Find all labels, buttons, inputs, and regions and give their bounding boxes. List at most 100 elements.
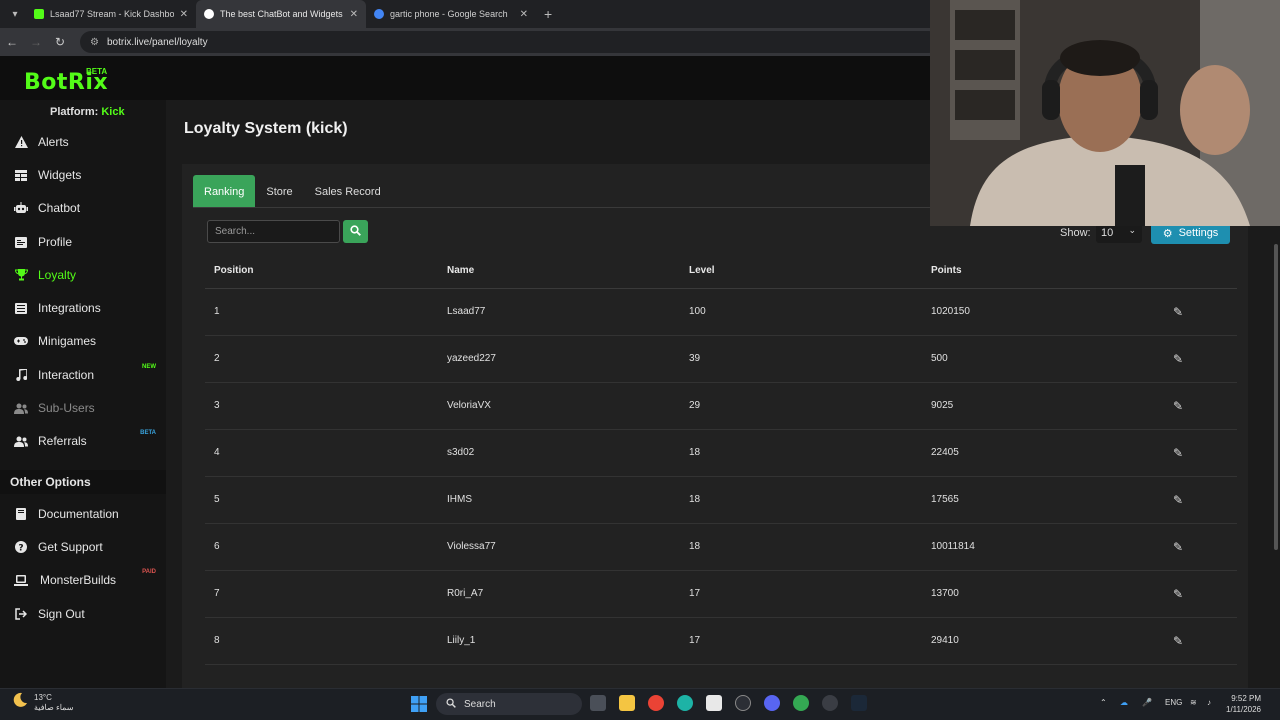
cell-points: 500 bbox=[931, 335, 1173, 383]
sidebar-item-sign-out[interactable]: Sign Out bbox=[0, 599, 166, 629]
edit-pencil-icon[interactable]: ✎ bbox=[1173, 540, 1183, 554]
edit-pencil-icon[interactable]: ✎ bbox=[1173, 399, 1183, 413]
chevron-down-icon: ⌄ bbox=[1128, 225, 1136, 235]
edit-pencil-icon[interactable]: ✎ bbox=[1173, 352, 1183, 366]
close-tab-icon[interactable]: ✕ bbox=[350, 9, 358, 20]
webcam-overlay bbox=[930, 0, 1280, 226]
sidebar-item-referrals[interactable]: Referrals BETA bbox=[0, 426, 166, 456]
taskbar-search-label: Search bbox=[464, 698, 496, 710]
new-tab-button[interactable]: + bbox=[544, 6, 552, 22]
app-icon[interactable] bbox=[735, 695, 751, 711]
sidebar-item-integrations[interactable]: Integrations bbox=[0, 293, 166, 323]
tab-title: gartic phone - Google Search bbox=[390, 9, 508, 19]
table-row: 1 Lsaad77 100 1020150 ✎ bbox=[205, 288, 1237, 336]
tab-search-chevron-icon[interactable]: ▾ bbox=[4, 3, 26, 25]
reload-icon[interactable]: ↻ bbox=[48, 35, 72, 49]
browser-tab-0[interactable]: Lsaad77 Stream - Kick Dashboard ✕ bbox=[26, 0, 196, 28]
edit-pencil-icon[interactable]: ✎ bbox=[1173, 493, 1183, 507]
back-arrow-icon[interactable]: ← bbox=[0, 35, 24, 49]
cell-position: 2 bbox=[205, 335, 447, 383]
close-tab-icon[interactable]: ✕ bbox=[180, 9, 188, 20]
sidebar-item-loyalty[interactable]: Loyalty bbox=[0, 260, 166, 290]
sidebar-item-label: MonsterBuilds bbox=[40, 573, 117, 587]
volume-icon[interactable]: ♪ bbox=[1207, 698, 1211, 707]
cell-position: 8 bbox=[205, 617, 447, 665]
column-header-position[interactable]: Position bbox=[205, 254, 447, 289]
search-button[interactable] bbox=[343, 220, 368, 243]
question-icon: ? bbox=[14, 540, 28, 554]
task-view-icon[interactable] bbox=[590, 695, 606, 711]
tab-store[interactable]: Store bbox=[255, 175, 303, 208]
weather-widget[interactable]: 13°C سماء صافية bbox=[12, 692, 74, 713]
sidebar-item-label: Documentation bbox=[38, 507, 119, 521]
edit-pencil-icon[interactable]: ✎ bbox=[1173, 587, 1183, 601]
users-icon bbox=[14, 434, 28, 448]
taskbar-search[interactable]: Search bbox=[436, 693, 582, 715]
sidebar-item-label: Minigames bbox=[38, 334, 97, 348]
tab-sales-record[interactable]: Sales Record bbox=[304, 175, 392, 208]
browser-tab-2[interactable]: gartic phone - Google Search ✕ bbox=[366, 0, 536, 28]
steam-icon[interactable] bbox=[851, 695, 867, 711]
column-header-points[interactable]: Points bbox=[931, 254, 1173, 289]
browser-tab-1[interactable]: The best ChatBot and Widgets ✕ bbox=[196, 0, 366, 28]
edge-icon[interactable] bbox=[677, 695, 693, 711]
sidebar-item-chatbot[interactable]: Chatbot bbox=[0, 193, 166, 223]
microphone-icon[interactable]: 🎤 bbox=[1142, 698, 1152, 707]
column-header-name[interactable]: Name bbox=[447, 254, 689, 289]
windows-start-icon[interactable] bbox=[411, 696, 427, 712]
chrome-profile-icon[interactable] bbox=[793, 695, 809, 711]
sidebar-item-label: Profile bbox=[38, 235, 73, 249]
cell-position: 6 bbox=[205, 523, 447, 571]
onedrive-icon[interactable]: ☁ bbox=[1120, 698, 1128, 707]
taskbar-clock[interactable]: 9:52 PM 1/11/2026 bbox=[1226, 693, 1261, 715]
search-icon bbox=[446, 697, 456, 711]
sidebar-item-documentation[interactable]: Documentation bbox=[0, 499, 166, 529]
laptop-icon bbox=[14, 573, 28, 587]
close-tab-icon[interactable]: ✕ bbox=[520, 9, 528, 20]
botrix-favicon-icon bbox=[204, 9, 214, 19]
sidebar-item-monsterbuilds[interactable]: MonsterBuilds PAID bbox=[0, 565, 166, 595]
table-row: 7 R0ri_A7 17 13700 ✎ bbox=[205, 570, 1237, 618]
sidebar-item-label: Interaction bbox=[38, 368, 95, 382]
cell-level: 29 bbox=[689, 382, 931, 430]
chevron-up-icon[interactable]: ⌃ bbox=[1100, 698, 1107, 707]
sidebar-item-widgets[interactable]: Widgets bbox=[0, 160, 166, 190]
paid-badge: PAID bbox=[142, 569, 156, 575]
cell-position: 4 bbox=[205, 429, 447, 477]
sign-out-icon bbox=[14, 607, 28, 621]
sidebar-item-label: Alerts bbox=[38, 135, 69, 149]
url-field[interactable]: ⚙ botrix.live/panel/loyalty bbox=[80, 31, 940, 53]
edit-pencil-icon[interactable]: ✎ bbox=[1173, 305, 1183, 319]
cell-name: Lsaad77 bbox=[447, 288, 689, 336]
column-header-level[interactable]: Level bbox=[689, 254, 931, 289]
forward-arrow-icon[interactable]: → bbox=[24, 35, 48, 49]
sidebar-item-label: Loyalty bbox=[38, 268, 77, 282]
svg-text:?: ? bbox=[18, 544, 23, 554]
sidebar-item-sub-users[interactable]: Sub-Users bbox=[0, 393, 166, 423]
search-input[interactable] bbox=[207, 220, 340, 243]
site-info-icon[interactable]: ⚙ bbox=[90, 37, 99, 48]
store-icon[interactable] bbox=[706, 695, 722, 711]
discord-icon[interactable] bbox=[764, 695, 780, 711]
scrollbar-thumb[interactable] bbox=[1274, 244, 1278, 550]
tab-ranking[interactable]: Ranking bbox=[193, 175, 256, 208]
sidebar-item-alerts[interactable]: Alerts bbox=[0, 127, 166, 157]
sidebar-item-label: Chatbot bbox=[38, 201, 81, 215]
sidebar-item-get-support[interactable]: ? Get Support bbox=[0, 532, 166, 562]
sidebar-item-profile[interactable]: Profile bbox=[0, 227, 166, 257]
weather-description: سماء صافية bbox=[34, 702, 74, 712]
edit-pencil-icon[interactable]: ✎ bbox=[1173, 446, 1183, 460]
sidebar-item-minigames[interactable]: Minigames bbox=[0, 326, 166, 356]
chrome-icon[interactable] bbox=[648, 695, 664, 711]
language-indicator[interactable]: ENG bbox=[1165, 698, 1182, 707]
app-icon[interactable] bbox=[822, 695, 838, 711]
wifi-icon[interactable]: ≋ bbox=[1190, 698, 1197, 707]
sidebar-item-interaction[interactable]: Interaction NEW bbox=[0, 360, 166, 390]
edit-pencil-icon[interactable]: ✎ bbox=[1173, 634, 1183, 648]
file-explorer-icon[interactable] bbox=[619, 695, 635, 711]
cell-points: 1020150 bbox=[931, 288, 1173, 336]
beta-badge: BETA bbox=[140, 430, 156, 436]
url-text: botrix.live/panel/loyalty bbox=[106, 36, 208, 48]
table-row: 4 s3d02 18 22405 ✎ bbox=[205, 429, 1237, 477]
music-icon bbox=[14, 368, 28, 382]
